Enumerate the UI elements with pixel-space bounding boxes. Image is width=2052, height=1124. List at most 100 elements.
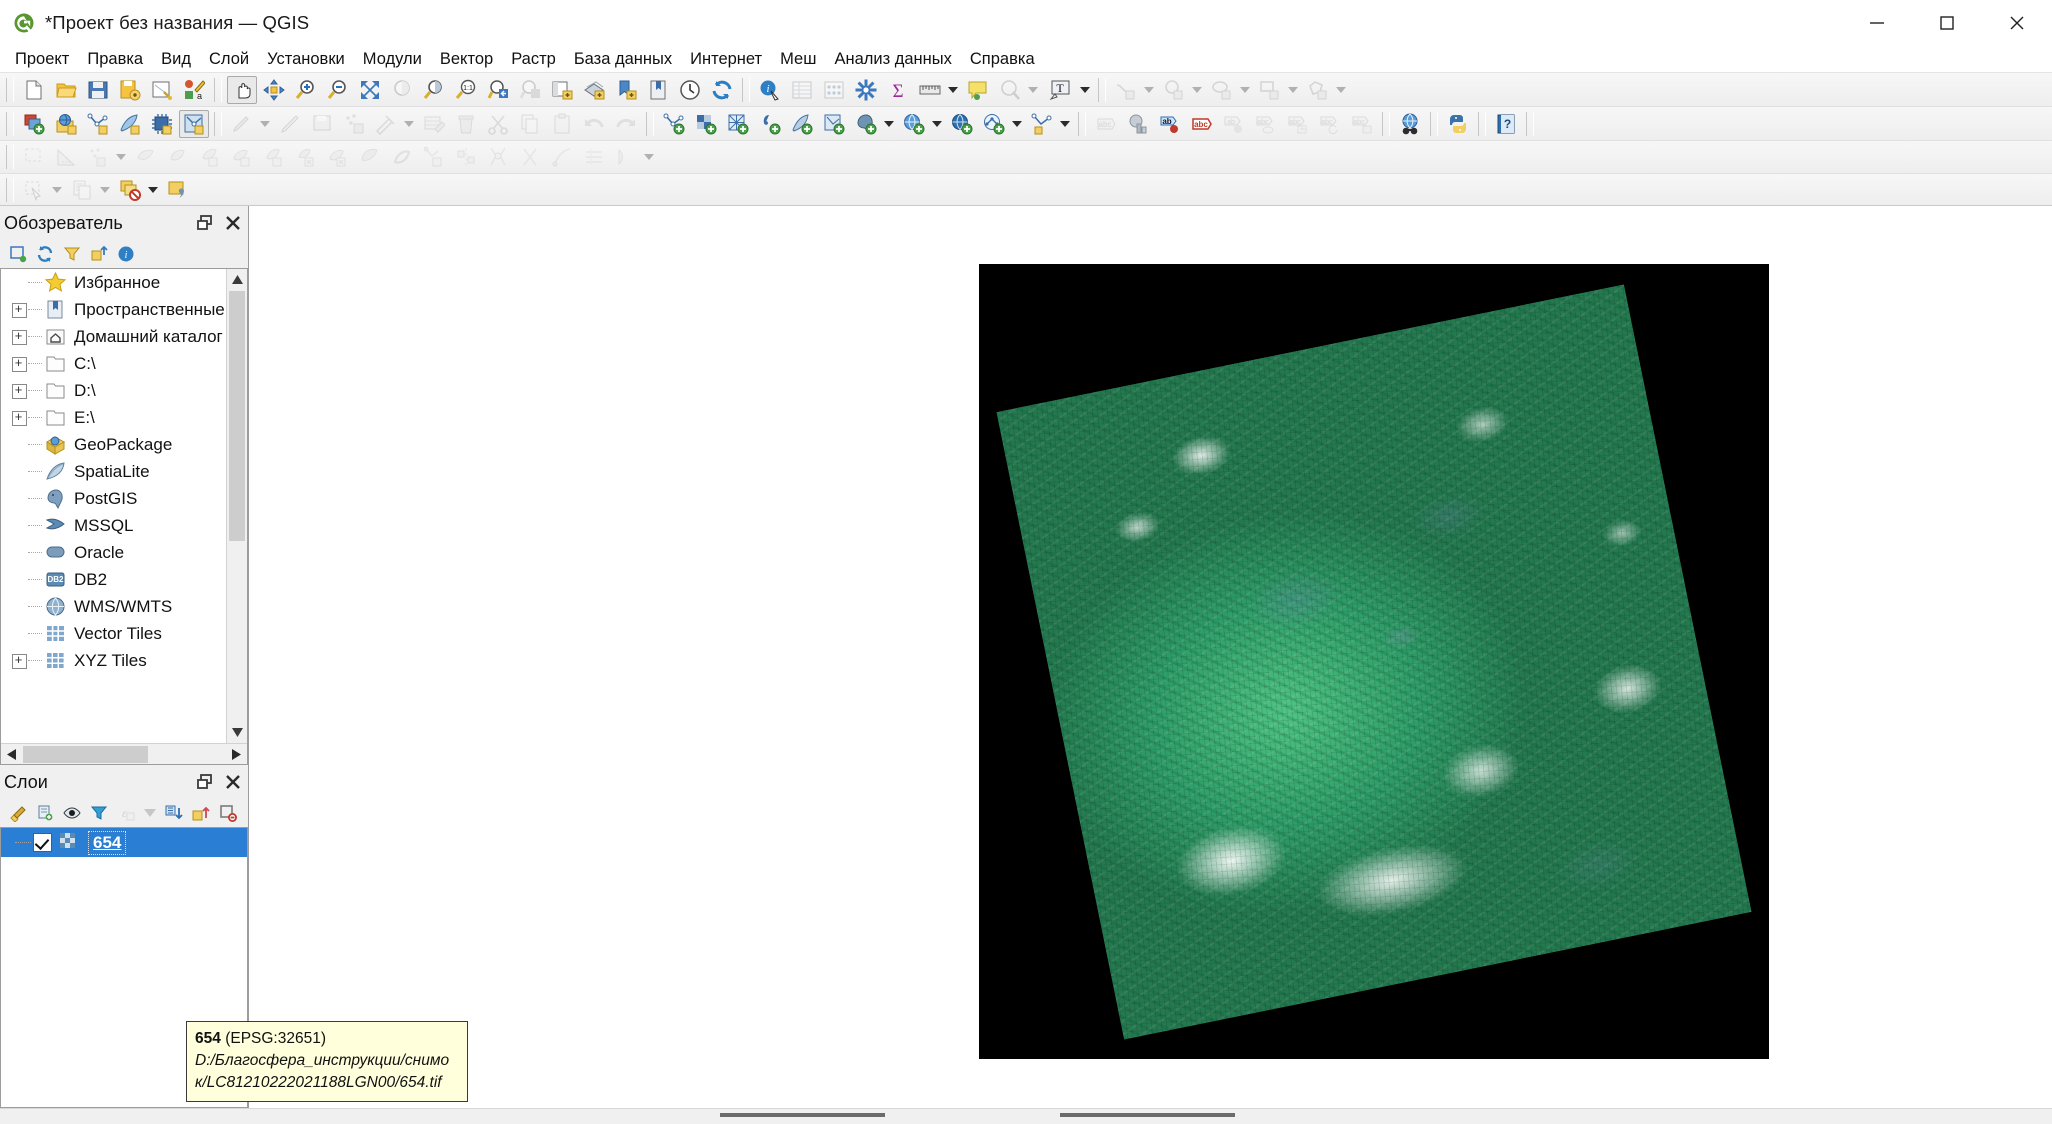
multi-edit-icon[interactable] <box>419 110 449 138</box>
close-panel-icon[interactable] <box>220 210 246 236</box>
scroll-down-icon[interactable] <box>227 722 247 744</box>
vertex-tool-icon[interactable] <box>83 110 113 138</box>
identify-features-icon[interactable]: i <box>755 76 785 104</box>
browser-item-mssql[interactable]: MSSQL <box>1 512 226 539</box>
python-console-icon[interactable] <box>1443 110 1473 138</box>
tree-expander[interactable] <box>11 518 26 533</box>
toolbar-grip[interactable] <box>214 111 222 136</box>
tree-expander[interactable] <box>11 408 27 426</box>
bookmark-add-icon[interactable] <box>611 76 641 104</box>
menu-item-layer[interactable]: Слой <box>200 47 258 72</box>
show-bookmarks-icon[interactable] <box>643 76 673 104</box>
scroll-up-icon[interactable] <box>227 269 247 290</box>
deselect-features-icon[interactable] <box>115 176 145 204</box>
metasearch-icon[interactable] <box>1395 110 1425 138</box>
toolbar-grip[interactable] <box>6 77 14 102</box>
reshape-features-icon[interactable] <box>355 143 385 171</box>
open-layer-styling-icon[interactable] <box>6 801 30 825</box>
tree-expander[interactable] <box>11 437 26 452</box>
toolbar-grip[interactable] <box>1098 77 1106 102</box>
delete-selected-icon[interactable] <box>451 110 481 138</box>
copy-features-icon[interactable] <box>515 110 545 138</box>
processing-icon[interactable] <box>147 110 177 138</box>
refresh-icon[interactable] <box>707 76 737 104</box>
browser-item-postgis[interactable]: PostGIS <box>1 485 226 512</box>
tree-expander[interactable] <box>11 275 26 290</box>
processing-toolbox-icon[interactable] <box>851 76 881 104</box>
add-gps-layer-icon[interactable] <box>1027 110 1057 138</box>
offset-curve-icon[interactable] <box>387 143 417 171</box>
refresh-icon[interactable] <box>33 242 57 266</box>
browser-item-db2[interactable]: DB2 DB2 <box>1 566 226 593</box>
chevron-down-icon[interactable] <box>50 176 64 204</box>
save-project-as-icon[interactable] <box>115 76 145 104</box>
annotation-rect-icon[interactable] <box>1255 76 1285 104</box>
tree-expander[interactable] <box>11 599 26 614</box>
tree-expander[interactable] <box>11 572 26 587</box>
chevron-down-icon[interactable] <box>402 110 416 138</box>
open-data-source-manager-icon[interactable] <box>51 110 81 138</box>
chevron-down-icon[interactable] <box>930 110 944 138</box>
add-delimited-text-layer-icon[interactable] <box>755 110 785 138</box>
split-parts-icon[interactable] <box>451 143 481 171</box>
toolbar-grip[interactable] <box>646 111 654 136</box>
browser-item-drive-d[interactable]: D:\ <box>1 377 226 404</box>
maximize-icon[interactable] <box>1912 0 1982 46</box>
select-value-icon[interactable] <box>163 176 193 204</box>
zoom-out-icon[interactable] <box>323 76 353 104</box>
zoom-next-icon[interactable] <box>515 76 545 104</box>
change-label-icon[interactable]: abc <box>1315 110 1345 138</box>
menu-item-database[interactable]: База данных <box>565 47 681 72</box>
menu-item-raster[interactable]: Растр <box>502 47 565 72</box>
new-print-layout-icon[interactable] <box>147 76 177 104</box>
merge-attributes-icon[interactable] <box>515 143 545 171</box>
add-spatialite-layer-icon[interactable] <box>787 110 817 138</box>
open-project-icon[interactable] <box>51 76 81 104</box>
browser-item-xyz-tiles[interactable]: XYZ Tiles <box>1 647 226 674</box>
chevron-down-icon[interactable] <box>1058 110 1072 138</box>
zoom-to-layer-icon[interactable] <box>419 76 449 104</box>
tree-expander[interactable] <box>11 327 27 345</box>
zoom-in-icon[interactable] <box>291 76 321 104</box>
simplify-feature-icon[interactable] <box>163 143 193 171</box>
annotation-shape-icon[interactable] <box>1303 76 1333 104</box>
chevron-down-icon[interactable] <box>1334 76 1348 104</box>
add-circular-string-icon[interactable] <box>83 143 113 171</box>
add-part-icon[interactable] <box>227 143 257 171</box>
pin-labels-icon[interactable]: abc <box>1187 110 1217 138</box>
browser-item-favorites[interactable]: Избранное <box>1 269 226 296</box>
toggle-editing-icon[interactable] <box>275 110 305 138</box>
menu-item-web[interactable]: Интернет <box>681 47 771 72</box>
collapse-all-icon[interactable] <box>87 242 111 266</box>
select-by-expression-icon[interactable] <box>67 176 97 204</box>
modify-attributes-icon[interactable] <box>371 110 401 138</box>
zoom-to-selection-icon[interactable] <box>387 76 417 104</box>
offset-point-symbol-icon[interactable] <box>579 143 609 171</box>
close-panel-icon[interactable] <box>220 769 246 795</box>
annotation-edit-icon[interactable] <box>1207 76 1237 104</box>
tree-expander[interactable] <box>11 300 27 318</box>
move-label-icon[interactable]: abc <box>1251 110 1281 138</box>
tree-expander[interactable] <box>11 626 26 641</box>
cut-features-icon[interactable] <box>483 110 513 138</box>
chevron-down-icon[interactable] <box>946 76 960 104</box>
browser-item-home[interactable]: Домашний каталог <box>1 323 226 350</box>
add-feature-icon[interactable] <box>115 110 145 138</box>
toolbar-grip[interactable] <box>1478 111 1486 136</box>
map-canvas[interactable] <box>249 206 2052 1108</box>
expand-all-icon[interactable] <box>162 801 186 825</box>
chevron-down-icon[interactable] <box>1286 76 1300 104</box>
label-toolbar-icon[interactable]: abc <box>1091 110 1121 138</box>
pan-to-selection-icon[interactable] <box>259 76 289 104</box>
zoom-native-icon[interactable]: 1:1 <box>451 76 481 104</box>
trim-extend-feature-icon[interactable] <box>611 143 641 171</box>
browser-item-spatialite[interactable]: SpatiaLite <box>1 458 226 485</box>
browser-item-spatial-bookmarks[interactable]: Пространственные закладки <box>1 296 226 323</box>
chevron-down-icon[interactable] <box>1238 76 1252 104</box>
zoom-last-icon[interactable] <box>483 76 513 104</box>
float-panel-icon[interactable] <box>192 210 218 236</box>
browser-item-wms-wmts[interactable]: WMS/WMTS <box>1 593 226 620</box>
browser-item-geopackage[interactable]: GeoPackage <box>1 431 226 458</box>
menu-item-project[interactable]: Проект <box>6 47 78 72</box>
tree-expander[interactable] <box>11 545 26 560</box>
